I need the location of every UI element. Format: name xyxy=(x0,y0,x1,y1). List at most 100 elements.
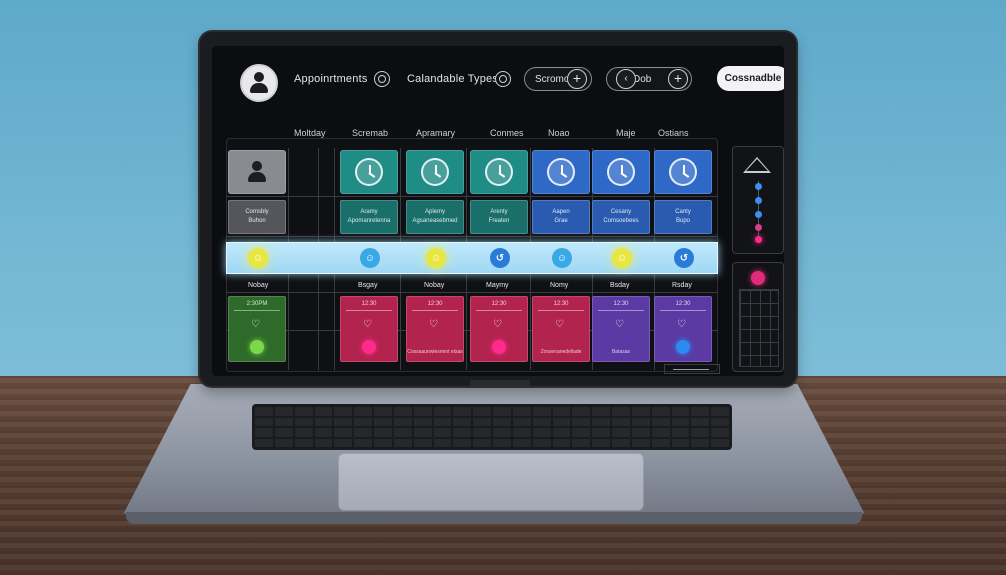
mini-calendar-grid[interactable] xyxy=(739,289,779,367)
keyboard-key xyxy=(691,438,710,447)
keyboard-key xyxy=(711,438,729,447)
laptop-trackpad xyxy=(338,453,644,511)
clock-icon xyxy=(421,158,449,186)
scroll-bar[interactable] xyxy=(664,364,720,374)
label-tile-line: Canty xyxy=(675,209,691,215)
heart-icon: ♡ xyxy=(251,319,260,330)
keyboard-key xyxy=(711,407,729,416)
event-card[interactable]: 12:30 ♡ Zossenanedeliade xyxy=(532,296,590,362)
keyboard-key xyxy=(453,407,472,416)
profile-tile[interactable] xyxy=(228,150,286,194)
event-card[interactable]: 12:30 ♡ Cossaaunwlesnent etsas xyxy=(406,296,464,362)
column-header: Scremab xyxy=(352,128,389,138)
keyboard-key xyxy=(334,428,353,437)
keyboard-key xyxy=(473,407,491,416)
label-tile[interactable]: Canty Bupo xyxy=(654,200,712,234)
selected-row-highlight[interactable] xyxy=(226,242,718,274)
avatar[interactable] xyxy=(240,64,278,102)
event-card[interactable]: 12:30 ♡ xyxy=(654,296,712,362)
smile-icon: ☺ xyxy=(360,248,380,268)
slider-handle[interactable] xyxy=(755,224,762,231)
keyboard-key xyxy=(671,407,690,416)
appointment-type-tile[interactable] xyxy=(532,150,590,194)
keyboard-key xyxy=(592,417,610,426)
column-header: Ostians xyxy=(658,128,689,138)
keyboard-key xyxy=(314,407,333,416)
chevron-left-icon[interactable]: ‹ xyxy=(616,69,636,89)
appointment-type-tile[interactable] xyxy=(406,150,464,194)
keyboard-key xyxy=(413,407,432,416)
label-tile-line: Buhon xyxy=(248,218,266,224)
toggle-radio-icon[interactable] xyxy=(495,71,511,87)
primary-action-button[interactable]: Cossnadble xyxy=(717,66,784,91)
toggle-radio-icon[interactable] xyxy=(374,71,390,87)
appointment-type-tile[interactable] xyxy=(340,150,398,194)
event-time: 12:30 xyxy=(427,301,443,307)
status-badge xyxy=(676,340,690,354)
slider-handle[interactable] xyxy=(755,197,762,204)
event-card[interactable]: 12:30 ♡ xyxy=(340,296,398,362)
keyboard-key xyxy=(552,428,571,437)
divider xyxy=(538,310,584,311)
keyboard-key xyxy=(433,407,452,416)
user-icon xyxy=(247,161,267,183)
keyboard-key xyxy=(711,428,729,437)
app-header: Appoinrtments Calandable Types Scromo + … xyxy=(212,46,784,112)
appointment-type-tile[interactable] xyxy=(470,150,528,194)
triangle-icon[interactable] xyxy=(743,157,771,173)
user-icon xyxy=(249,72,269,94)
mini-calendar-panel xyxy=(732,262,784,372)
keyboard-key xyxy=(631,438,650,447)
appointment-type-tile[interactable] xyxy=(592,150,650,194)
keyboard-key xyxy=(393,417,412,426)
column-header: Conmes xyxy=(490,128,524,138)
keyboard-key xyxy=(314,428,333,437)
clock-icon xyxy=(607,158,635,186)
smile-icon: ☺ xyxy=(426,248,446,268)
keyboard-key xyxy=(374,407,392,416)
label-tile-line: Comsbly xyxy=(245,209,269,215)
keyboard-key xyxy=(294,417,313,426)
label-tile[interactable]: Cesany Comsoebees xyxy=(592,200,650,234)
day-label: Maymy xyxy=(486,282,509,289)
slider-handle[interactable] xyxy=(755,183,762,190)
label-tile[interactable]: Arenty Freaten xyxy=(470,200,528,234)
keyboard-key xyxy=(374,428,392,437)
event-card[interactable]: 12:30 ♡ Batasas xyxy=(592,296,650,362)
plus-icon[interactable]: + xyxy=(668,69,688,89)
label-tile[interactable]: Aapen Grae xyxy=(532,200,590,234)
plus-icon[interactable]: + xyxy=(567,69,587,89)
keyboard-key xyxy=(393,438,412,447)
nav-appointments[interactable]: Appoinrtments xyxy=(294,73,368,85)
keyboard-key xyxy=(354,417,372,426)
day-label: Bsgay xyxy=(358,282,378,289)
label-tile[interactable]: Aplemy Agsaneasebmed xyxy=(406,200,464,234)
keyboard-key xyxy=(274,428,293,437)
keyboard-key xyxy=(532,417,551,426)
event-time: 12:30 xyxy=(361,301,377,307)
event-note: Cossaaunwlesnent etsas xyxy=(407,349,463,355)
label-tile[interactable]: Comsbly Buhon xyxy=(228,200,286,234)
heart-icon: ♡ xyxy=(493,319,502,330)
keyboard-key xyxy=(393,428,412,437)
slider-handle[interactable] xyxy=(755,236,762,243)
event-time: 2:30PM xyxy=(246,301,268,307)
label-tile-line: Aapen xyxy=(552,209,570,215)
laptop-keyboard xyxy=(252,404,732,450)
appointment-type-tile[interactable] xyxy=(654,150,712,194)
label-tile[interactable]: Aramy Apomanretenna xyxy=(340,200,398,234)
keyboard-key xyxy=(572,407,591,416)
slider-handle[interactable] xyxy=(755,211,762,218)
keyboard-key xyxy=(612,438,630,447)
status-badge[interactable] xyxy=(751,271,765,285)
keyboard-key xyxy=(314,417,333,426)
swirl-icon: ↺ xyxy=(490,248,510,268)
laptop-lid: Appoinrtments Calandable Types Scromo + … xyxy=(200,32,796,386)
label-tile-line: Comsoebees xyxy=(603,218,639,224)
event-card[interactable]: 2:30PM ♡ xyxy=(228,296,286,362)
event-card[interactable]: 12:30 ♡ xyxy=(470,296,528,362)
app-screen: Appoinrtments Calandable Types Scromo + … xyxy=(212,46,784,376)
column-header: Moltday xyxy=(294,128,326,138)
column-header: Maje xyxy=(616,128,636,138)
nav-calendar-types[interactable]: Calandable Types xyxy=(407,73,498,85)
